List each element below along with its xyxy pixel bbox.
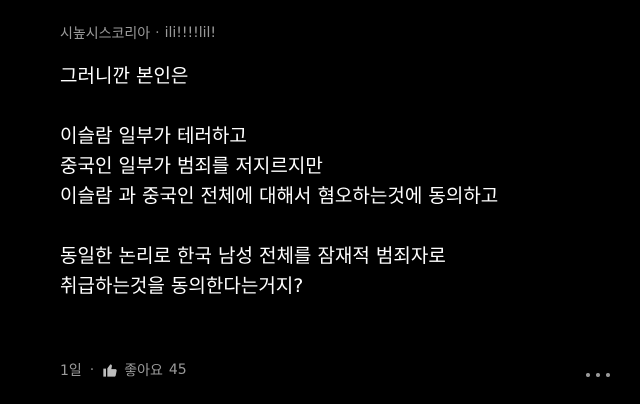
comment-header: 시높시스코리아 · ili!!!!lil! bbox=[60, 22, 216, 44]
comment-line: 이슬람 과 중국인 전체에 대해서 혐오하는것에 동의하고 bbox=[60, 185, 499, 207]
author-name[interactable]: 시높시스코리아 bbox=[60, 23, 150, 43]
comment-line: 동일한 논리로 한국 남성 전체를 잠재적 범죄자로 bbox=[60, 245, 446, 267]
footer-separator: · bbox=[89, 362, 95, 378]
comment-time: 1일 bbox=[60, 363, 82, 379]
more-options-icon[interactable] bbox=[586, 370, 610, 380]
comment-line: 그러니깐 본인은 bbox=[60, 65, 189, 87]
thumbs-up-icon[interactable] bbox=[102, 362, 118, 378]
user-id[interactable]: ili!!!!lil! bbox=[165, 25, 216, 41]
like-label[interactable]: 좋아요 bbox=[124, 360, 163, 380]
header-separator: · bbox=[155, 25, 160, 41]
comment-footer: 1일 · 좋아요 45 bbox=[60, 359, 187, 381]
comment-line: 중국인 일부가 범죄를 저지르지만 bbox=[60, 155, 323, 177]
more-dot bbox=[596, 373, 600, 377]
comment-body: 그러니깐 본인은 이슬람 일부가 테러하고 중국인 일부가 범죄를 저지르지만 … bbox=[60, 61, 620, 301]
comment: 시높시스코리아 · ili!!!!lil! 그러니깐 본인은 이슬람 일부가 테… bbox=[0, 0, 640, 404]
comment-blank-line bbox=[60, 211, 620, 241]
more-dot bbox=[606, 373, 610, 377]
comment-blank-line bbox=[60, 91, 620, 121]
comment-line: 취급하는것을 동의한다는거지? bbox=[60, 275, 304, 297]
more-dot bbox=[586, 373, 590, 377]
comment-line: 이슬람 일부가 테러하고 bbox=[60, 125, 247, 147]
like-count: 45 bbox=[168, 362, 187, 378]
